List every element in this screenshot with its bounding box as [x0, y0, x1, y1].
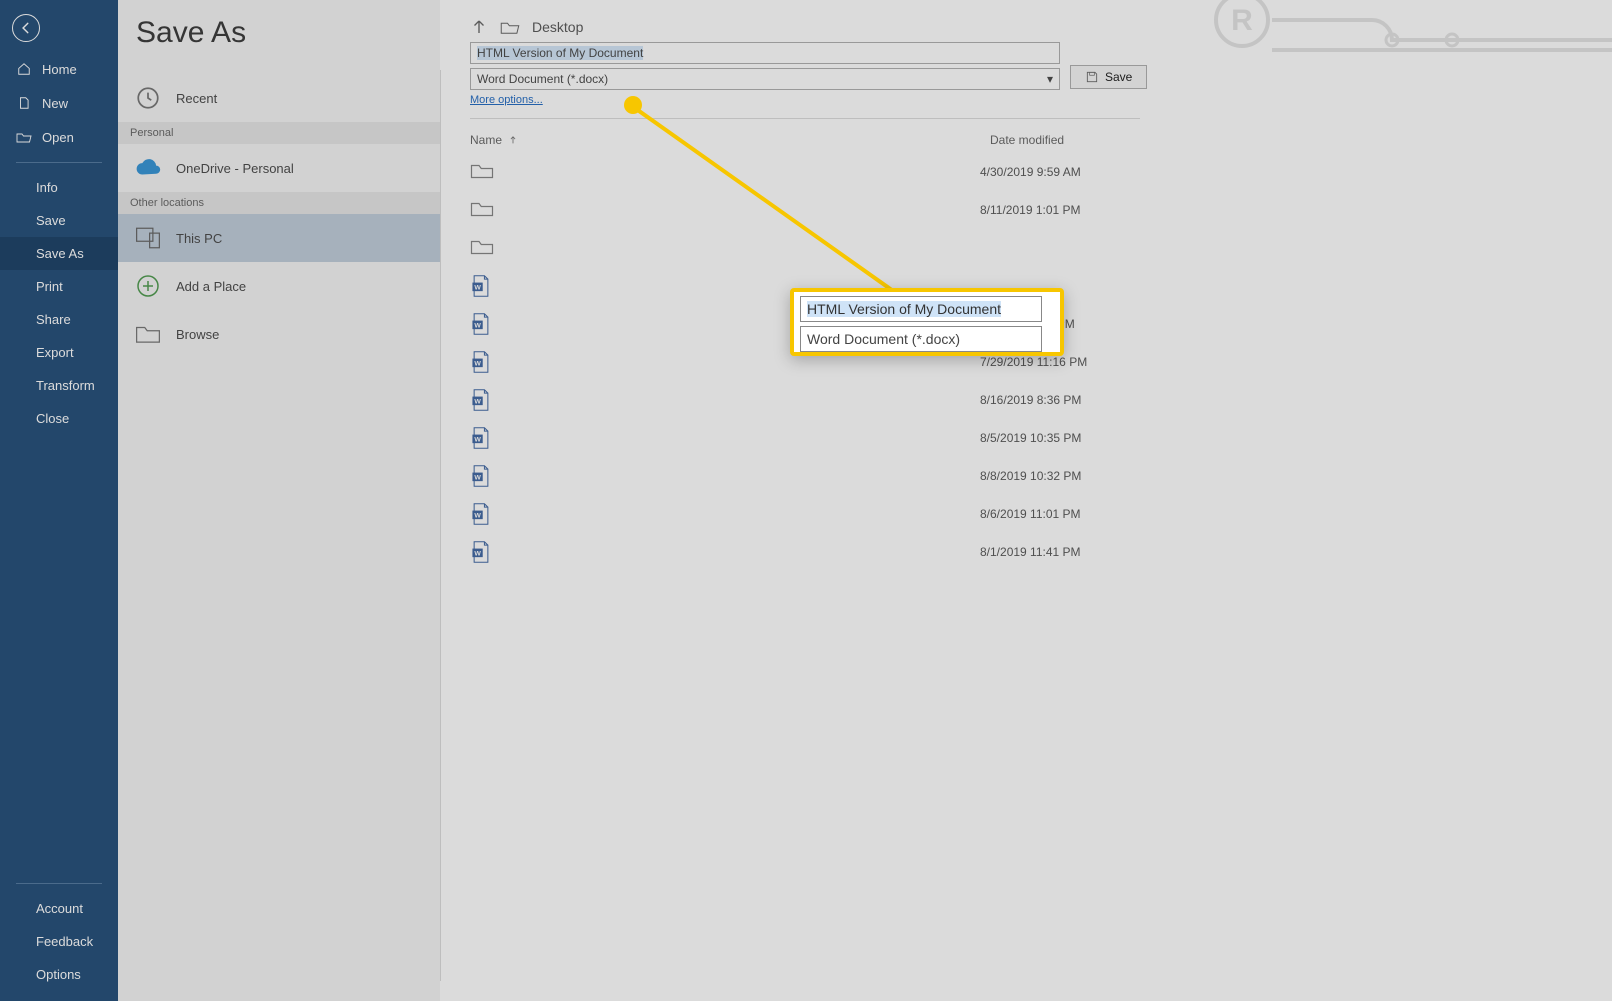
svg-text:W: W [474, 474, 481, 481]
callout-filetype-value: Word Document (*.docx) [807, 331, 960, 347]
onedrive-label: OneDrive - Personal [176, 161, 294, 176]
backstage-nav: HomeNewOpen InfoSaveSave AsPrintShareExp… [0, 0, 118, 1001]
svg-text:R: R [1231, 4, 1253, 37]
date-modified: 7/29/2019 11:16 PM [980, 355, 1140, 369]
this-pc-label: This PC [176, 231, 222, 246]
clock-icon [134, 84, 162, 112]
folder-icon [470, 236, 494, 260]
browse-label: Browse [176, 327, 219, 342]
back-button[interactable] [12, 14, 40, 42]
word-icon: W [470, 502, 494, 526]
callout-filename-value: HTML Version of My Document [807, 301, 1001, 317]
chevron-down-icon: ▾ [1047, 72, 1053, 86]
nav-print[interactable]: Print [0, 270, 118, 303]
save-pane: Desktop HTML Version of My Document Word… [440, 0, 1612, 1001]
folder-icon [134, 320, 162, 348]
svg-text:W: W [474, 322, 481, 329]
svg-text:W: W [474, 436, 481, 443]
svg-text:W: W [474, 360, 481, 367]
breadcrumb-label[interactable]: Desktop [532, 19, 583, 35]
svg-text:W: W [474, 398, 481, 405]
annotation-dot [624, 96, 642, 114]
filetype-value: Word Document (*.docx) [477, 72, 608, 86]
save-icon [1085, 70, 1099, 84]
file-icon [16, 95, 32, 111]
svg-text:W: W [474, 284, 481, 291]
word-icon: W [470, 388, 494, 412]
date-modified: 8/1/2019 11:41 PM [980, 545, 1140, 559]
this-pc-item[interactable]: This PC [118, 214, 440, 262]
nav-account[interactable]: Account [0, 892, 118, 925]
add-place-item[interactable]: Add a Place [118, 262, 440, 310]
recent-label: Recent [176, 91, 217, 106]
up-arrow-icon[interactable] [470, 18, 488, 36]
personal-header: Personal [118, 122, 440, 144]
home-icon [16, 61, 32, 77]
folder-open-icon [16, 129, 32, 145]
word-icon: W [470, 426, 494, 450]
nav-open[interactable]: Open [0, 120, 118, 154]
recent-item[interactable]: Recent [118, 74, 440, 122]
nav-export[interactable]: Export [0, 336, 118, 369]
callout-box: HTML Version of My Document Word Documen… [790, 288, 1064, 356]
list-item[interactable]: W 8/6/2019 11:01 PM [470, 495, 1140, 533]
date-modified: 8/6/2019 11:01 PM [980, 507, 1140, 521]
list-item[interactable]: W 8/5/2019 10:35 PM [470, 419, 1140, 457]
nav-save[interactable]: Save [0, 204, 118, 237]
filename-value: HTML Version of My Document [477, 46, 643, 60]
filename-input[interactable]: HTML Version of My Document [470, 42, 1060, 64]
date-modified: 8/16/2019 8:36 PM [980, 393, 1140, 407]
svg-text:W: W [474, 512, 481, 519]
pc-icon [134, 224, 162, 252]
nav-info[interactable]: Info [0, 171, 118, 204]
nav-close[interactable]: Close [0, 402, 118, 435]
nav-feedback[interactable]: Feedback [0, 925, 118, 958]
word-icon: W [470, 464, 494, 488]
date-modified: 8/11/2019 1:01 PM [980, 203, 1140, 217]
word-icon: W [470, 350, 494, 374]
add-place-icon [134, 272, 162, 300]
onedrive-item[interactable]: OneDrive - Personal [118, 144, 440, 192]
word-icon: W [470, 312, 494, 336]
list-item[interactable]: W 8/1/2019 11:41 PM [470, 533, 1140, 571]
filetype-dropdown[interactable]: Word Document (*.docx) ▾ [470, 68, 1060, 90]
list-item[interactable]: W 8/8/2019 10:32 PM [470, 457, 1140, 495]
date-modified: 8/5/2019 10:35 PM [980, 431, 1140, 445]
date-modified: 4/30/2019 9:59 AM [980, 165, 1140, 179]
nav-transform[interactable]: Transform [0, 369, 118, 402]
name-column[interactable]: Name [470, 133, 502, 147]
folder-open-icon [500, 19, 520, 35]
sort-asc-icon [508, 134, 518, 146]
nav-save-as[interactable]: Save As [0, 237, 118, 270]
nav-share[interactable]: Share [0, 303, 118, 336]
locations-pane: Save As Recent Personal OneDrive - Perso… [118, 0, 440, 1001]
other-locations-header: Other locations [118, 192, 440, 214]
callout-filetype[interactable]: Word Document (*.docx) [800, 326, 1042, 352]
folder-icon [470, 160, 494, 184]
cloud-icon [134, 154, 162, 182]
nav-new[interactable]: New [0, 86, 118, 120]
callout-filename-input[interactable]: HTML Version of My Document [800, 296, 1042, 322]
nav-options[interactable]: Options [0, 958, 118, 991]
date-column[interactable]: Date modified [990, 133, 1064, 147]
svg-text:W: W [474, 550, 481, 557]
add-place-label: Add a Place [176, 279, 246, 294]
watermark-icon: R [1202, 0, 1612, 90]
nav-home[interactable]: Home [0, 52, 118, 86]
more-options-link[interactable]: More options... [470, 94, 543, 106]
folder-icon [470, 198, 494, 222]
date-modified: 8/8/2019 10:32 PM [980, 469, 1140, 483]
save-label: Save [1105, 70, 1132, 84]
word-icon: W [470, 274, 494, 298]
page-title: Save As [136, 16, 440, 50]
save-button[interactable]: Save [1070, 65, 1147, 89]
browse-item[interactable]: Browse [118, 310, 440, 358]
word-icon: W [470, 540, 494, 564]
list-item[interactable]: W 8/16/2019 8:36 PM [470, 381, 1140, 419]
